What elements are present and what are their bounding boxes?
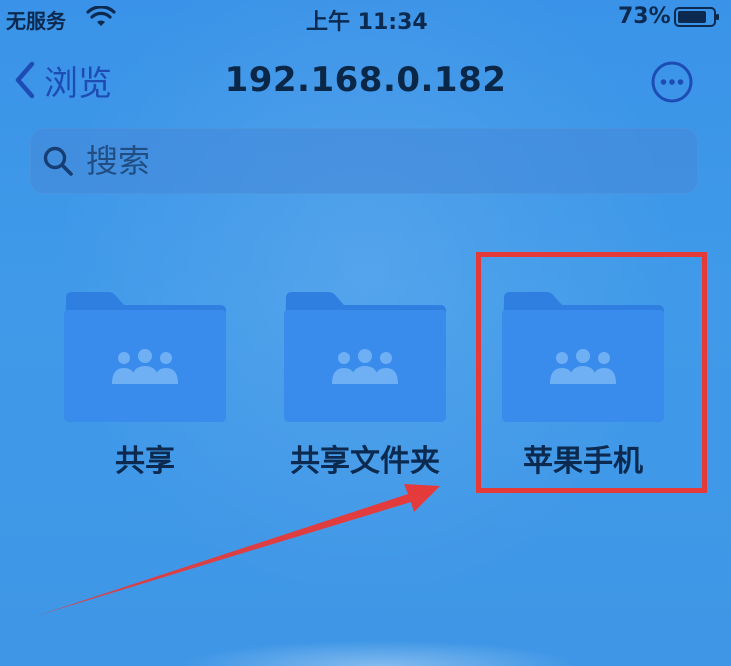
status-bar: 无服务 上午 11:34 73% <box>0 0 731 36</box>
folder-label: 共享 <box>115 444 175 479</box>
wifi-icon <box>86 6 116 26</box>
more-options-icon[interactable] <box>651 61 693 103</box>
search-input[interactable] <box>86 140 666 182</box>
shared-folder-icon <box>64 292 226 422</box>
carrier-text: 无服务 <box>6 9 66 33</box>
battery-icon <box>674 7 719 27</box>
battery-percent: 73% <box>618 4 671 29</box>
search-bar[interactable] <box>30 128 698 194</box>
navigation-bar: 浏览 192.168.0.182 <box>0 46 731 116</box>
shared-folder-icon <box>284 292 446 422</box>
file-browser-screen: 无服务 上午 11:34 73% 浏览 192.168.0.182 搜索 共享 … <box>0 0 731 666</box>
screen-glare <box>180 640 580 666</box>
page-title: 192.168.0.182 <box>224 60 507 100</box>
folder-item-shared-folder[interactable]: 共享文件夹 <box>280 288 450 479</box>
clock-text: 上午 11:34 <box>306 10 428 35</box>
highlight-box <box>476 252 707 493</box>
search-icon <box>43 146 73 176</box>
back-label: 浏览 <box>44 63 112 104</box>
back-button[interactable]: 浏览 <box>12 58 112 104</box>
chevron-left-icon <box>15 61 35 99</box>
folder-item-shared[interactable]: 共享 <box>60 288 230 479</box>
folder-label: 共享文件夹 <box>290 444 440 479</box>
